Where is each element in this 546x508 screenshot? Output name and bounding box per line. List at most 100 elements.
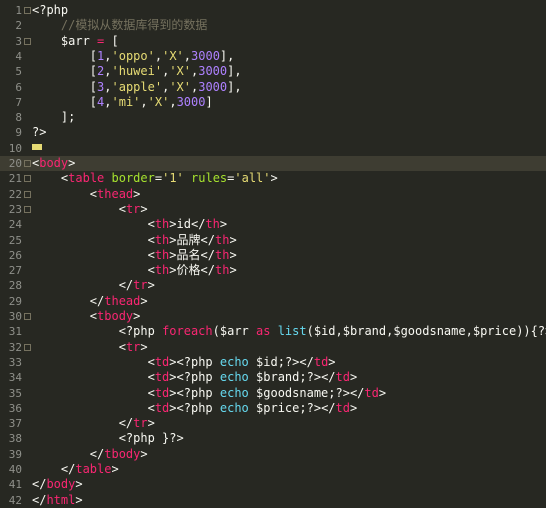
code-token: ], — [219, 48, 235, 63]
code-line[interactable]: 40 </table> — [0, 462, 546, 477]
line-number: 25 — [8, 233, 22, 247]
fold-toggle-icon[interactable] — [24, 313, 31, 320]
fold-toggle-icon[interactable] — [24, 160, 31, 167]
code-token: td — [154, 400, 170, 415]
code-token: ], — [227, 79, 242, 94]
code-token: $brand — [256, 370, 300, 385]
code-line[interactable]: 39 </tbody> — [0, 447, 546, 462]
code-token: )){ — [516, 324, 538, 339]
code-line[interactable]: 21 <table border='1' rules='all'> — [0, 171, 546, 186]
code-line[interactable]: 4 [1,'oppo','X',3000], — [0, 49, 546, 64]
code-line[interactable]: 5 [2,'huwei','X',3000], — [0, 64, 546, 79]
line-number: 20 — [8, 157, 22, 170]
code-token: tr — [133, 416, 148, 431]
code-line[interactable]: 33 <td><?php echo $id;?></td> — [0, 355, 546, 370]
code-token: </ — [118, 278, 134, 293]
code-line[interactable]: 1 <?php — [0, 3, 546, 18]
code-line[interactable]: 37 </tr> — [0, 416, 546, 431]
code-line[interactable]: 8 ]; — [0, 110, 546, 125]
fold-toggle-icon[interactable] — [24, 175, 31, 183]
code-text: <td><?php echo $id;?></td> — [32, 355, 336, 370]
code-line[interactable]: 29 </thead> — [0, 294, 546, 309]
code-token: > — [378, 385, 387, 400]
code-token: </ — [299, 354, 314, 369]
code-token: > — [169, 247, 177, 262]
code-line[interactable]: 20 <body> — [0, 156, 546, 172]
code-token: table — [75, 462, 112, 476]
fold-toggle-icon[interactable] — [24, 205, 31, 213]
code-token: $id — [313, 324, 336, 339]
code-token: > — [169, 385, 177, 400]
code-token: < — [147, 217, 155, 232]
code-line[interactable]: 30 <tbody> — [0, 309, 546, 324]
code-token: > — [229, 263, 237, 278]
code-token: , — [104, 48, 112, 63]
code-line[interactable]: 38 <?php }?> — [0, 431, 546, 446]
code-token: <?php — [32, 3, 69, 17]
code-line[interactable]: 31 <?php foreach($arr as list($id,$brand… — [0, 324, 546, 339]
code-text: <body> — [32, 156, 75, 171]
code-line[interactable]: 6 [3,'apple','X',3000], — [0, 80, 546, 95]
fold-toggle-icon[interactable] — [24, 343, 31, 351]
code-token: 'X' — [169, 64, 191, 79]
code-token: $arr — [60, 33, 90, 48]
line-number: 21 — [8, 172, 22, 186]
code-token: </ — [190, 217, 206, 232]
cursor-marker-icon — [32, 144, 42, 151]
code-line[interactable]: 22 <thead> — [0, 187, 546, 202]
code-line[interactable]: 36 <td><?php echo $price;?></td> — [0, 401, 546, 416]
code-token: > — [140, 293, 148, 308]
code-token: < — [118, 339, 126, 354]
code-token: > — [219, 217, 228, 232]
code-token: tr — [125, 201, 141, 216]
code-line[interactable]: 42 </html> — [0, 493, 546, 508]
code-token: '1' — [162, 171, 184, 186]
fold-toggle-icon[interactable] — [24, 37, 31, 45]
code-token: $price — [256, 400, 300, 415]
code-token: ?> — [306, 400, 322, 415]
code-token: > — [140, 446, 148, 461]
code-token: , — [104, 94, 112, 109]
code-token: 'X' — [162, 48, 184, 63]
line-number: 27 — [8, 264, 22, 278]
code-token: ; — [328, 385, 336, 400]
code-token: 3000 — [198, 79, 228, 94]
code-line[interactable]: 2 //模拟从数据库得到的数据 — [0, 18, 546, 33]
code-token: , — [140, 94, 148, 109]
code-token: , — [183, 48, 192, 63]
fold-toggle-icon[interactable] — [24, 7, 31, 14]
code-line[interactable]: 3 $arr = [ — [0, 34, 546, 49]
code-token: table — [68, 171, 105, 186]
code-token: > — [169, 217, 177, 232]
code-line[interactable]: 24 <th>id</th> — [0, 217, 546, 232]
code-token: > — [147, 416, 155, 431]
code-line[interactable]: 23 <tr> — [0, 202, 546, 217]
fold-toggle-icon[interactable] — [24, 190, 31, 198]
code-token: 'huwei' — [111, 64, 163, 79]
code-line[interactable]: 7 [4,'mi','X',3000] — [0, 95, 546, 110]
code-line[interactable]: 34 <td><?php echo $brand;?></td> — [0, 370, 546, 385]
code-line[interactable]: 9 ?> — [0, 125, 546, 140]
code-editor[interactable]: 1 <?php 2 //模拟从数据库得到的数据 3 $arr = [4 [1,'opp… — [0, 0, 546, 507]
code-line[interactable]: 26 <th>品名</th> — [0, 248, 546, 263]
code-token: > — [270, 171, 278, 186]
code-line[interactable]: 41 </body> — [0, 477, 546, 492]
code-line[interactable]: 27 <th>价格</th> — [0, 263, 546, 278]
code-line[interactable]: 35 <td><?php echo $goodsname;?></td> — [0, 386, 546, 401]
line-number: 40 — [8, 463, 22, 476]
code-text: $arr = [ — [32, 34, 119, 49]
code-token: > — [349, 400, 358, 415]
code-line[interactable]: 28 </tr> — [0, 278, 546, 293]
code-line[interactable]: 25 <th>品牌</th> — [0, 233, 546, 248]
line-number: 1 — [15, 4, 22, 17]
code-line[interactable]: 32 <tr> — [0, 340, 546, 355]
code-text: <td><?php echo $brand;?></td> — [32, 370, 358, 385]
code-line[interactable]: 10 — [0, 141, 546, 156]
